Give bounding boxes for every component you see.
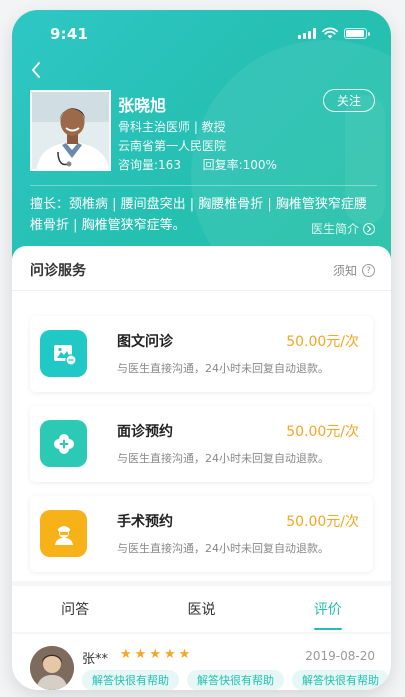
service-desc: 与医生直接沟通，24小时未回复自动退款。: [117, 542, 329, 555]
reply-rate: 回复率:100%: [202, 158, 277, 172]
service-desc: 与医生直接沟通，24小时未回复自动退款。: [117, 362, 329, 375]
doctor-intro-link[interactable]: 医生简介: [311, 220, 375, 237]
battery-icon: [344, 27, 370, 39]
wifi-icon: [322, 27, 338, 39]
tab-qa[interactable]: 问答: [12, 586, 138, 632]
back-button[interactable]: [24, 58, 48, 82]
notice-label: 须知: [332, 264, 357, 278]
service-price: 50.00元/次: [286, 514, 359, 530]
consultation-service-panel: 问诊服务 须知 ? 图文问诊 50.00元/次 与医生直接沟通，24小时未回复自…: [12, 246, 391, 581]
medical-cross-icon: [40, 420, 87, 467]
content-tabs: 问答 医说 评价: [12, 586, 391, 632]
header-divider: [30, 185, 377, 186]
service-card-image-text[interactable]: 图文问诊 50.00元/次 与医生直接沟通，24小时未回复自动退款。: [30, 316, 373, 392]
service-desc: 与医生直接沟通，24小时未回复自动退款。: [117, 452, 329, 465]
service-price: 50.00元/次: [286, 334, 359, 350]
review-item: 张** ★ ★ ★ ★ ★ 2019-08-20 解答快很有帮助 解答快很有帮助…: [12, 634, 391, 690]
status-icons: [298, 27, 370, 39]
signal-icon: [298, 27, 316, 39]
doctor-title: 骨科主治医师 | 教授: [118, 120, 226, 134]
star-icon: ★: [163, 647, 176, 662]
image-chat-icon: [40, 330, 87, 377]
service-name: 面诊预约: [117, 424, 173, 440]
review-tag: 解答快很有帮助: [292, 670, 389, 690]
service-name: 手术预约: [117, 514, 173, 530]
review-date: 2019-08-20: [305, 649, 375, 663]
doctor-header: 9:41 张晓旭 骨科主治医师 | 教授 云南省第一人民医院 咨询量:163 回…: [12, 10, 391, 280]
service-card-face-visit[interactable]: 面诊预约 50.00元/次 与医生直接沟通，24小时未回复自动退款。: [30, 406, 373, 482]
star-icon: ★: [149, 647, 161, 662]
service-name: 图文问诊: [117, 334, 173, 350]
reviewer-avatar: [30, 646, 74, 690]
star-icon: ★: [120, 647, 132, 662]
review-tag: 解答快很有帮助: [187, 670, 284, 690]
review-tags: 解答快很有帮助 解答快很有帮助 解答快很有帮助: [82, 670, 389, 690]
star-icon: ★: [178, 647, 191, 662]
follow-button[interactable]: 关注: [323, 89, 375, 112]
star-icon: ★: [134, 647, 147, 662]
chevron-left-icon: [32, 62, 40, 78]
doctor-name: 张晓旭: [118, 96, 167, 115]
reviewer-name: 张**: [82, 652, 109, 667]
review-rating: ★ ★ ★ ★ ★: [120, 648, 190, 661]
notice-link[interactable]: 须知 ?: [333, 262, 375, 279]
tab-articles[interactable]: 医说: [138, 586, 264, 632]
doctor-avatar: [30, 90, 111, 171]
question-icon: ?: [362, 264, 375, 277]
tab-reviews[interactable]: 评价: [265, 586, 391, 632]
doctor-stats: 咨询量:163 回复率:100%: [118, 156, 277, 173]
service-card-surgery[interactable]: 手术预约 50.00元/次 与医生直接沟通，24小时未回复自动退款。: [30, 496, 373, 572]
chevron-right-circle-icon: [363, 222, 375, 235]
doctor-hospital: 云南省第一人民医院: [118, 139, 227, 153]
doctor-intro-label: 医生简介: [310, 222, 359, 236]
status-bar: 9:41: [12, 10, 391, 54]
panel-divider: [12, 290, 391, 291]
surgeon-icon: [40, 510, 87, 557]
review-tag: 解答快很有帮助: [82, 670, 179, 690]
consultation-count: 咨询量:163: [118, 158, 181, 172]
service-panel-title: 问诊服务: [30, 263, 86, 279]
service-panel-header: 问诊服务 须知 ?: [30, 260, 375, 282]
phone-frame: 9:41 张晓旭 骨科主治医师 | 教授 云南省第一人民医院 咨询量:163 回…: [12, 10, 391, 690]
service-price: 50.00元/次: [286, 424, 359, 440]
status-time: 9:41: [50, 25, 89, 43]
